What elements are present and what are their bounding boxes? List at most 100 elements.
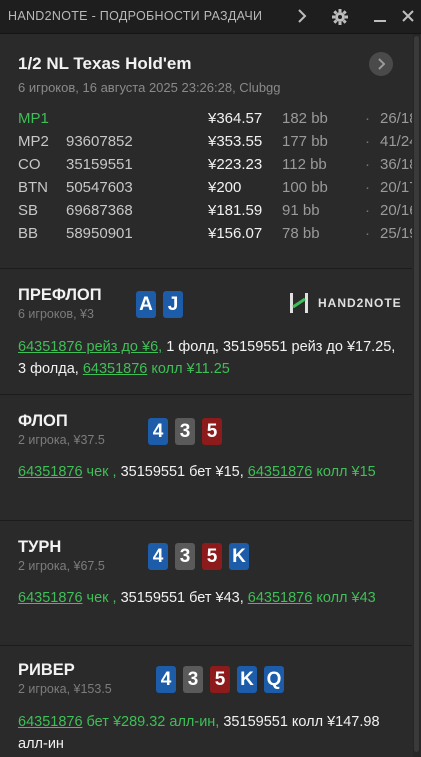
card: Q [264,666,284,693]
separator: · [365,110,370,127]
title-bar: HAND2NOTE - ПОДРОБНОСТИ РАЗДАЧИ [0,0,421,34]
hero-action[interactable]: 64351876 рейз до ¥6, [18,339,162,355]
card: 5 [210,666,230,693]
card: 4 [156,666,176,693]
gear-icon[interactable] [328,4,352,28]
player-id[interactable]: 93607852 [66,133,189,150]
hero-link[interactable]: 64351876 [83,361,148,377]
action-text: 35159551 бет ¥43, [116,590,248,606]
action-text: 3 фолда, [18,361,83,377]
hero-action: колл ¥15 [312,464,376,480]
card: 3 [175,543,195,570]
action-text: 1 фолд, 35159551 [162,339,292,355]
card: K [229,543,249,570]
card: K [237,666,257,693]
player-position: BB [18,225,39,242]
street-title: ПРЕФЛОП [18,286,102,304]
player-row[interactable]: BTN 50547603 ¥200 100 bb · 20/17 [18,177,412,200]
street-title: ФЛОП [18,412,68,430]
street-preflop: ПРЕФЛОП 6 игроков, ¥3 A J 64351876 рейз … [0,269,412,395]
card: 4 [148,418,168,445]
separator: · [365,156,370,173]
player-id[interactable]: 58950901 [66,225,189,242]
street-turn: ТУРН 2 игрока, ¥67.5 4 3 5 K 64351876 че… [0,521,412,646]
player-id[interactable]: 50547603 [66,179,189,196]
player-vpip-pfr: 20/17 [380,179,412,196]
player-stack: ¥200 [208,179,242,196]
hero-link[interactable]: 64351876 [248,590,313,606]
street-river: РИВЕР 2 игрока, ¥153.5 4 3 5 K Q 6435187… [0,646,412,757]
hero-link[interactable]: 64351876 [248,464,313,480]
street-title: РИВЕР [18,661,75,679]
player-position: MP2 [18,133,49,150]
player-id[interactable]: 69687368 [66,202,189,219]
player-stack-bb: 112 bb [282,156,327,173]
street-subtitle: 2 игрока, ¥37.5 [18,433,105,447]
scrollbar[interactable] [413,34,420,757]
close-icon[interactable] [396,4,420,28]
street-actions: 64351876 чек , 35159551 бет ¥43, 6435187… [18,587,398,609]
player-stack-bb: 78 bb [282,225,320,242]
next-hand-button[interactable] [369,52,393,76]
player-row[interactable]: SB 69687368 ¥181.59 91 bb · 20/16 [18,200,412,223]
street-actions: 64351876 бет ¥289.32 алл-ин, 35159551 ко… [18,711,398,755]
player-row[interactable]: BB 58950901 ¥156.07 78 bb · 25/19 [18,223,412,246]
player-stack: ¥364.57 [208,110,263,127]
hand-header: 1/2 NL Texas Hold'em 6 игроков, 16 авгус… [0,34,412,269]
player-row[interactable]: MP1 64351876 (Герой) ¥364.57 182 bb · 26… [18,108,412,131]
player-stack-bb: 100 bb [282,179,328,196]
hero-action: колл ¥11.25 [147,361,230,377]
game-title: 1/2 NL Texas Hold'em [18,54,192,73]
minimize-icon[interactable] [368,4,392,28]
player-row[interactable]: CO 35159551 ¥223.23 112 bb · 36/18 [18,154,412,177]
street-actions: 64351876 рейз до ¥6, 1 фолд, 35159551 ре… [18,336,398,380]
hero-action: чек , [82,464,117,480]
hero-link[interactable]: 64351876 [18,590,83,606]
hero-action: чек , [82,590,117,606]
player-position: MP1 [18,110,49,127]
player-vpip-pfr: 25/19 [380,225,412,242]
player-vpip-pfr: 26/18 [380,110,412,127]
player-position: BTN [18,179,48,196]
player-position: CO [18,156,41,173]
card: 3 [175,418,195,445]
separator: · [365,225,370,242]
player-stack: ¥223.23 [208,156,263,173]
separator: · [365,202,370,219]
separator: · [365,179,370,196]
hero-link[interactable]: 64351876 [18,714,83,730]
street-subtitle: 2 игрока, ¥153.5 [18,682,112,696]
player-stack-bb: 182 bb [282,110,328,127]
player-row[interactable]: MP2 93607852 ¥353.55 177 bb · 41/24 [18,131,412,154]
chevron-right-icon[interactable] [290,4,314,28]
player-vpip-pfr: 20/16 [380,202,412,219]
hero-link[interactable]: 64351876 [18,464,83,480]
player-vpip-pfr: 41/24 [380,133,412,150]
card: 5 [202,418,222,445]
card: 5 [202,543,222,570]
hand-details-content: 1/2 NL Texas Hold'em 6 игроков, 16 авгус… [0,34,412,757]
scrollbar-thumb[interactable] [414,36,419,752]
separator: · [365,133,370,150]
street-subtitle: 6 игроков, ¥3 [18,307,94,321]
player-stack: ¥156.07 [208,225,263,242]
chevron-right-icon [378,58,386,70]
window-title: HAND2NOTE - ПОДРОБНОСТИ РАЗДАЧИ [8,9,263,23]
player-stack-bb: 91 bb [282,202,320,219]
card: 4 [148,543,168,570]
player-stack: ¥353.55 [208,133,263,150]
game-subtitle: 6 игроков, 16 августа 2025 23:26:28, Clu… [18,80,281,95]
player-stack-bb: 177 bb [282,133,328,150]
hand2note-logo-icon [290,293,308,313]
street-actions: 64351876 чек , 35159551 бет ¥15, 6435187… [18,461,398,483]
player-vpip-pfr: 36/18 [380,156,412,173]
card: 3 [183,666,203,693]
hero-action: бет ¥289.32 алл-ин, [82,714,220,730]
player-stack: ¥181.59 [208,202,263,219]
hero-action: колл ¥43 [312,590,376,606]
card: J [163,291,183,318]
action-text: рейз до ¥17.25, [291,339,396,355]
players-table: MP1 64351876 (Герой) ¥364.57 182 bb · 26… [18,108,412,246]
street-subtitle: 2 игрока, ¥67.5 [18,559,105,573]
player-id[interactable]: 35159551 [66,156,189,173]
